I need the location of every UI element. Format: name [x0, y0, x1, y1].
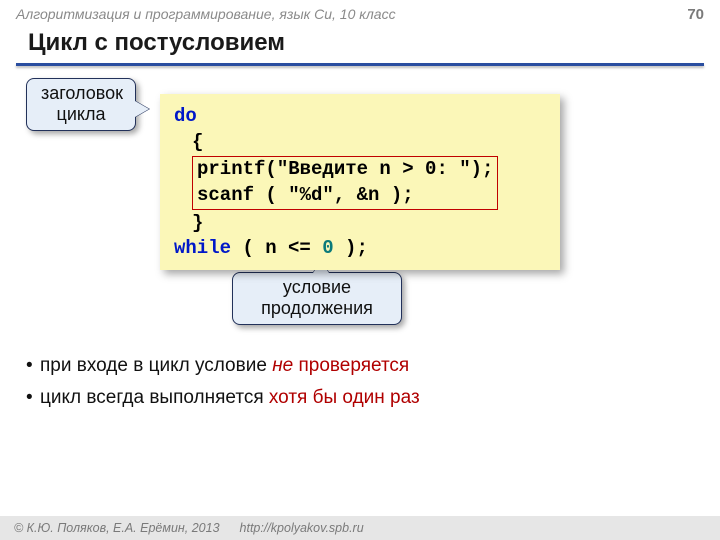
code-keyword-while: while: [174, 237, 231, 259]
code-while-op: <=: [288, 237, 311, 259]
code-printf: printf("Введите n > 0: ");: [197, 157, 493, 183]
code-body-highlight: printf("Введите n > 0: "); scanf ( "%d",…: [192, 156, 498, 209]
callout-loop-header: заголовок цикла: [26, 78, 136, 131]
header-bar: Алгоритмизация и программирование, язык …: [0, 0, 720, 25]
bullet-1-text-b: проверяется: [293, 355, 409, 376]
code-while-close: );: [334, 237, 368, 259]
bullet-2-text-a: цикл всегда выполняется: [40, 387, 269, 408]
code-while-zero: 0: [311, 237, 334, 259]
code-scanf: scanf ( "%d", &n );: [197, 183, 493, 209]
page-number: 70: [687, 6, 704, 23]
code-keyword-do: do: [174, 105, 197, 127]
code-block: do { printf("Введите n > 0: "); scanf ( …: [160, 94, 560, 270]
callout-loop-condition: условие продолжения: [232, 272, 402, 325]
bullet-1-em: не: [272, 355, 293, 376]
footer-copyright: © К.Ю. Поляков, Е.А. Ерёмин, 2013: [14, 521, 220, 535]
bullet-list: при входе в цикл условие не проверяется …: [40, 350, 690, 415]
page-title: Цикл с постусловием: [0, 25, 720, 63]
footer-bar: © К.Ю. Поляков, Е.А. Ерёмин, 2013 http:/…: [0, 516, 720, 540]
code-while-open: ( n: [231, 237, 288, 259]
bullet-2-text-b: хотя бы один раз: [269, 387, 420, 408]
bullet-1: при входе в цикл условие не проверяется: [40, 350, 690, 382]
code-brace-close: }: [174, 211, 546, 237]
bullet-2: цикл всегда выполняется хотя бы один раз: [40, 382, 690, 414]
title-underline: [16, 63, 704, 66]
code-brace-open: {: [174, 130, 546, 156]
code-while-line: while ( n <= 0 );: [174, 236, 546, 262]
bullet-1-text-a: при входе в цикл условие: [40, 355, 272, 376]
course-label: Алгоритмизация и программирование, язык …: [16, 6, 396, 22]
footer-url: http://kpolyakov.spb.ru: [240, 521, 364, 535]
